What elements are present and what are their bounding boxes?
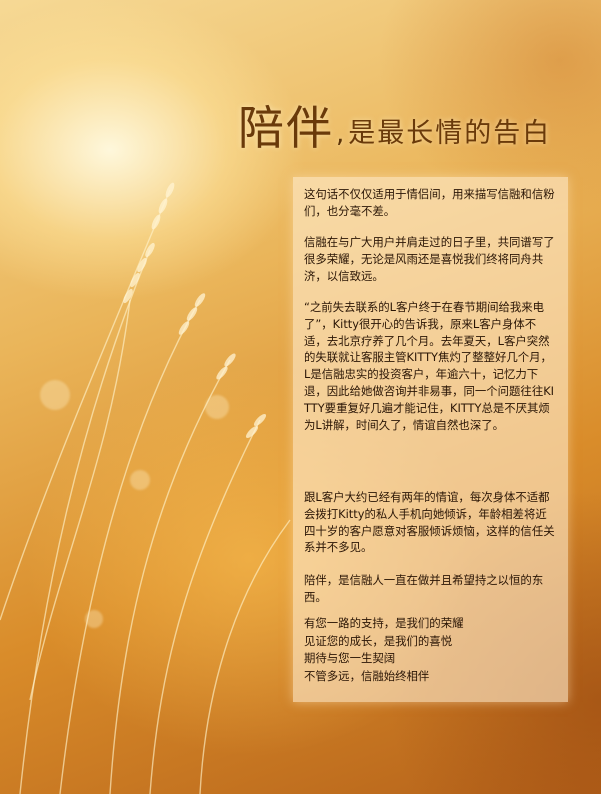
title-comma: , (336, 119, 345, 149)
page-title: 陪伴 , 是最长情的告白 (238, 92, 578, 154)
paragraph: 跟L客户大约已经有两年的情谊，每次身体不适都会拨打Kitty的私人手机向她倾诉，… (304, 490, 555, 555)
paragraph: 这句话不仅仅适用于情侣间，用来描写信融和信粉们，也分毫不差。 (304, 187, 555, 218)
closing-lines: 有您一路的支持，是我们的荣耀 见证您的成长，是我们的喜悦 期待与您一生契阔 不管… (304, 615, 558, 685)
closing-line: 见证您的成长，是我们的喜悦 (304, 633, 453, 648)
paragraph: 陪伴，是信融人一直在做并且希望持之以恒的东西。 (304, 573, 544, 604)
title-sub: 是最长情的告白 (348, 118, 552, 149)
paragraph: 信融在与广大用户并肩走过的日子里，共同谱写了很多荣耀，无论是风雨还是喜悦我们终将… (304, 235, 555, 283)
closing-line: 不管多远，信融始终相伴 (304, 668, 430, 683)
text-panel: 这句话不仅仅适用于情侣间，用来描写信融和信粉们，也分毫不差。 信融在与广大用户并… (293, 177, 568, 702)
paragraph: “之前失去联系的L客户终于在春节期间给我来电了”，Kitty很开心的告诉我，原来… (304, 300, 555, 432)
title-main: 陪伴 (238, 101, 334, 155)
closing-line: 期待与您一生契阔 (304, 651, 396, 665)
closing-line: 有您一路的支持，是我们的荣耀 (304, 616, 464, 630)
